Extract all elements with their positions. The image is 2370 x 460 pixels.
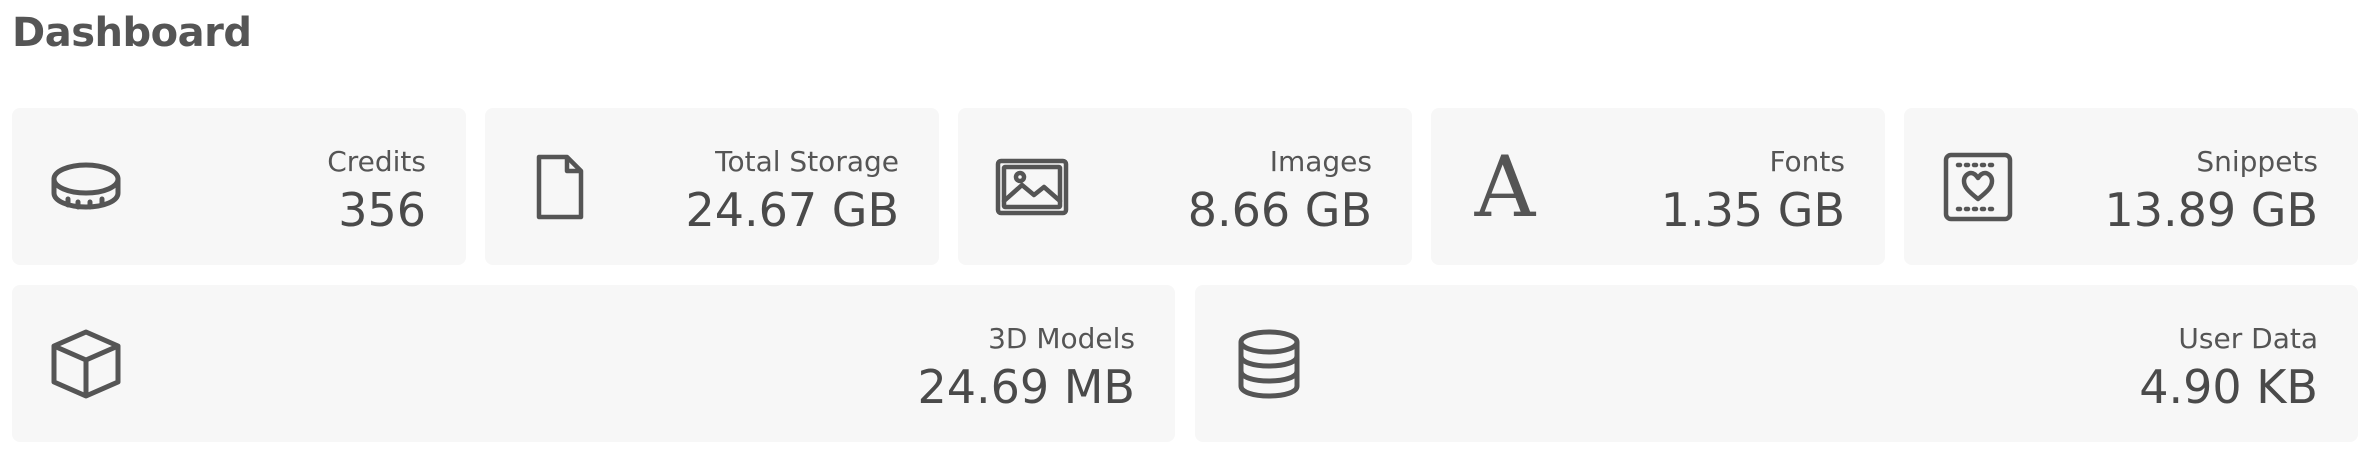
snippet-heart-icon [1940,149,2016,225]
3d-models-value: 24.69 MB [917,360,1135,414]
page-title: Dashboard [12,10,252,56]
database-icon [1231,326,1307,402]
user-data-label: User Data [2178,322,2318,355]
total-storage-value: 24.67 GB [685,183,899,237]
image-icon [994,149,1070,225]
credits-label: Credits [327,145,426,178]
credits-card[interactable]: Credits 356 [12,108,466,265]
credits-value: 356 [338,183,426,237]
snippets-value: 13.89 GB [2104,183,2318,237]
images-card[interactable]: Images 8.66 GB [958,108,1412,265]
fonts-card[interactable]: A Fonts 1.35 GB [1431,108,1885,265]
images-label: Images [1269,145,1372,178]
file-icon [521,149,597,225]
dashboard-page: Dashboard Credits 356 Total Storage 24.6… [0,0,2370,460]
3d-models-card[interactable]: 3D Models 24.69 MB [12,285,1175,442]
images-value: 8.66 GB [1187,183,1372,237]
snippets-card[interactable]: Snippets 13.89 GB [1904,108,2358,265]
user-data-card[interactable]: User Data 4.90 KB [1195,285,2358,442]
fonts-value: 1.35 GB [1660,183,1845,237]
font-glyph: A [1474,137,1536,236]
font-icon: A [1467,145,1543,229]
snippets-label: Snippets [2196,145,2318,178]
coin-icon [48,149,124,225]
cube-icon [48,326,124,402]
total-storage-label: Total Storage [715,145,899,178]
user-data-value: 4.90 KB [2139,360,2318,414]
total-storage-card[interactable]: Total Storage 24.67 GB [485,108,939,265]
3d-models-label: 3D Models [988,322,1135,355]
fonts-label: Fonts [1769,145,1845,178]
